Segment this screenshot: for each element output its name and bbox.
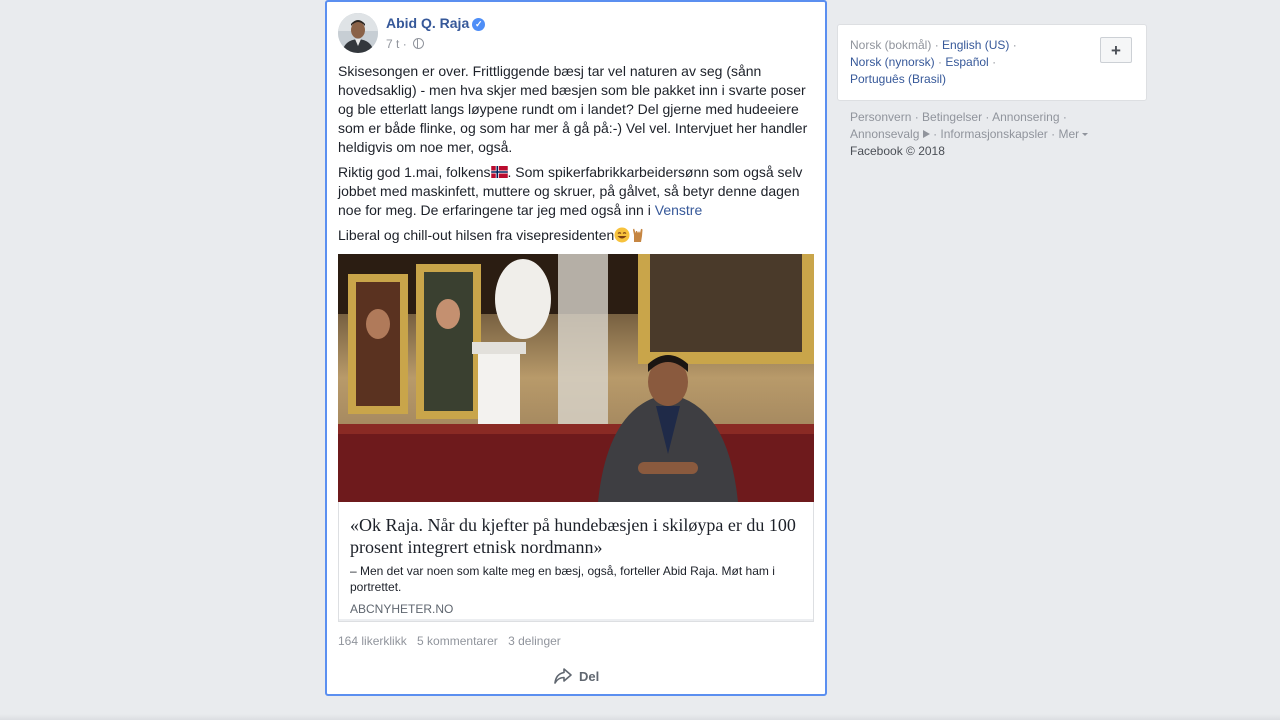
bottom-edge [0, 714, 1280, 720]
verified-badge-icon: ✓ [472, 18, 486, 31]
post-paragraph-3-text: Liberal og chill-out hilsen fra visepres… [338, 227, 615, 243]
globe-icon[interactable] [413, 38, 425, 49]
post-meta: 7 t · [386, 37, 425, 51]
footer-link-informasjonskapsler[interactable]: Informasjonskapsler [940, 127, 1047, 141]
post-card: Abid Q. Raja ✓ 7 t · Skisesongen er over.… [325, 0, 827, 696]
current-language: Norsk (bokmål) [850, 38, 932, 52]
post-paragraph-3: Liberal og chill-out hilsen fra visepres… [338, 226, 814, 245]
language-selector-box: Norsk (bokmål) · English (US) · Norsk (n… [837, 24, 1147, 101]
footer-link-annonsevalg[interactable]: Annonsevalg [850, 127, 919, 141]
language-list: Norsk (bokmål) · English (US) · Norsk (n… [850, 38, 1017, 86]
footer-links: Personvern · Betingelser · Annonsering ·… [850, 109, 1140, 160]
link-domain: ABCNYHETER.NO [350, 602, 454, 616]
footer-link-annonsering[interactable]: Annonsering [992, 110, 1059, 124]
link-description: – Men det var noen som kalte meg en bæsj… [350, 564, 775, 594]
rock-hand-icon [633, 228, 643, 242]
link-title[interactable]: «Ok Raja. Når du kjefter på hundebæsjen … [350, 514, 805, 558]
footer-link-mer-label: Mer [1058, 127, 1080, 141]
comments-count[interactable]: 5 kommentarer [417, 634, 498, 648]
copyright-text: Facebook © 2018 [850, 144, 945, 158]
likes-count[interactable]: 164 likerklikk [338, 634, 407, 648]
post-paragraph-2: Riktig god 1.mai, folkens. Som spikerfab… [338, 163, 814, 220]
grinning-face-icon [614, 227, 630, 243]
language-option-espanol[interactable]: Español [945, 55, 988, 69]
footer-link-betingelser[interactable]: Betingelser [922, 110, 982, 124]
caret-down-icon [1082, 133, 1089, 136]
author-name: Abid Q. Raja [386, 15, 470, 31]
share-button[interactable]: Del [553, 666, 599, 686]
link-preview-image[interactable] [338, 254, 814, 502]
venstre-page-link[interactable]: Venstre [655, 202, 702, 218]
footer-link-personvern[interactable]: Personvern [850, 110, 911, 124]
language-option-english[interactable]: English (US) [942, 38, 1009, 52]
share-arrow-icon [554, 668, 572, 684]
post-timestamp[interactable]: 7 t [386, 37, 399, 51]
link-preview-caption[interactable]: «Ok Raja. Når du kjefter på hundebæsjen … [338, 502, 814, 622]
post-stats: 164 likerklikk 5 kommentarer 3 delinger [338, 634, 568, 648]
author-avatar[interactable] [338, 13, 378, 53]
share-label: Del [579, 668, 600, 684]
post-text: Skisesongen er over. Frittliggende bæsj … [338, 62, 814, 251]
adchoices-icon [922, 130, 930, 138]
footer-link-mer[interactable]: Mer [1058, 127, 1089, 141]
add-language-button[interactable]: + [1100, 37, 1132, 63]
meta-separator: · [402, 37, 407, 51]
post-paragraph-2-start: Riktig god 1.mai, folkens [338, 164, 491, 180]
shares-count[interactable]: 3 delinger [508, 634, 561, 648]
author-name-link[interactable]: Abid Q. Raja ✓ [386, 15, 486, 31]
language-option-portugues[interactable]: Português (Brasil) [850, 72, 946, 86]
language-option-nynorsk[interactable]: Norsk (nynorsk) [850, 55, 935, 69]
post-paragraph-1: Skisesongen er over. Frittliggende bæsj … [338, 63, 808, 155]
norway-flag-icon [490, 166, 508, 178]
